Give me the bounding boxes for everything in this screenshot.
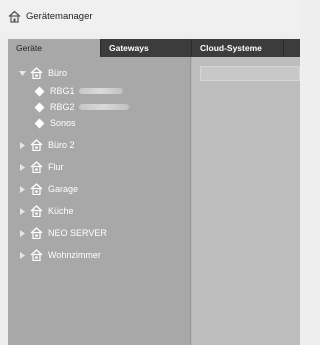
details-pane xyxy=(192,57,300,345)
house-icon xyxy=(30,205,43,217)
tree-room-buero-2[interactable]: Büro 2 xyxy=(8,137,191,153)
tree-room-label: Flur xyxy=(48,162,64,172)
tree-device-label: RBG1 xyxy=(50,86,75,96)
tree-room-label: Wohnzimmer xyxy=(48,250,101,260)
tree-room-label: Büro xyxy=(48,68,68,78)
tree-room-flur[interactable]: Flur xyxy=(8,159,191,175)
tree-room-label: Büro 2 xyxy=(48,140,75,150)
house-icon xyxy=(30,67,43,79)
tree-room-neo-server[interactable]: NEO SERVER xyxy=(8,225,191,241)
redacted-blur xyxy=(78,104,129,110)
title-bar: Gerätemanager xyxy=(0,0,300,33)
chevron-right-icon[interactable] xyxy=(18,251,26,259)
tree-device-label: RBG2 xyxy=(50,102,75,112)
tree-device-label: Sonos xyxy=(50,118,76,128)
tree-room-garage[interactable]: Garage xyxy=(8,181,191,197)
tree-room-kueche[interactable]: Küche xyxy=(8,203,191,219)
tab-cloud-systeme[interactable]: Cloud-Systeme xyxy=(192,39,284,57)
diamond-icon xyxy=(34,118,45,128)
chevron-right-icon[interactable] xyxy=(18,141,26,149)
tree-device-rbg2[interactable]: RBG2 xyxy=(8,99,191,115)
tree-device-sonos[interactable]: Sonos xyxy=(8,115,191,131)
tab-geraete[interactable]: Geräte xyxy=(8,39,101,57)
chevron-right-icon[interactable] xyxy=(18,163,26,171)
house-icon xyxy=(30,183,43,195)
chevron-right-icon[interactable] xyxy=(18,229,26,237)
window-title: Gerätemanager xyxy=(26,11,93,22)
tab-bar: Geräte Gateways Cloud-Systeme xyxy=(8,39,300,57)
tree-device-rbg1[interactable]: RBG1 xyxy=(8,83,191,99)
house-icon xyxy=(30,139,43,151)
device-manager-panel: Geräte Gateways Cloud-Systeme Büro RBG1 … xyxy=(8,39,300,345)
house-icon xyxy=(30,161,43,173)
device-tree: Büro RBG1 RBG2 Sonos Büro 2 Flur Garage … xyxy=(8,57,191,345)
details-field[interactable] xyxy=(200,66,300,81)
tree-room-label: Garage xyxy=(48,184,79,194)
tree-room-label: NEO SERVER xyxy=(48,228,107,238)
chevron-down-icon[interactable] xyxy=(18,69,26,77)
tree-room-label: Küche xyxy=(48,206,74,216)
house-icon xyxy=(30,249,43,261)
house-icon xyxy=(30,227,43,239)
tab-gateways[interactable]: Gateways xyxy=(101,39,192,57)
diamond-icon xyxy=(34,86,45,96)
chevron-right-icon[interactable] xyxy=(18,207,26,215)
home-icon xyxy=(8,10,21,23)
redacted-blur xyxy=(78,88,123,94)
tree-room-buero[interactable]: Büro xyxy=(8,65,191,81)
diamond-icon xyxy=(34,102,45,112)
chevron-right-icon[interactable] xyxy=(18,185,26,193)
tree-room-wohnzimmer[interactable]: Wohnzimmer xyxy=(8,247,191,263)
